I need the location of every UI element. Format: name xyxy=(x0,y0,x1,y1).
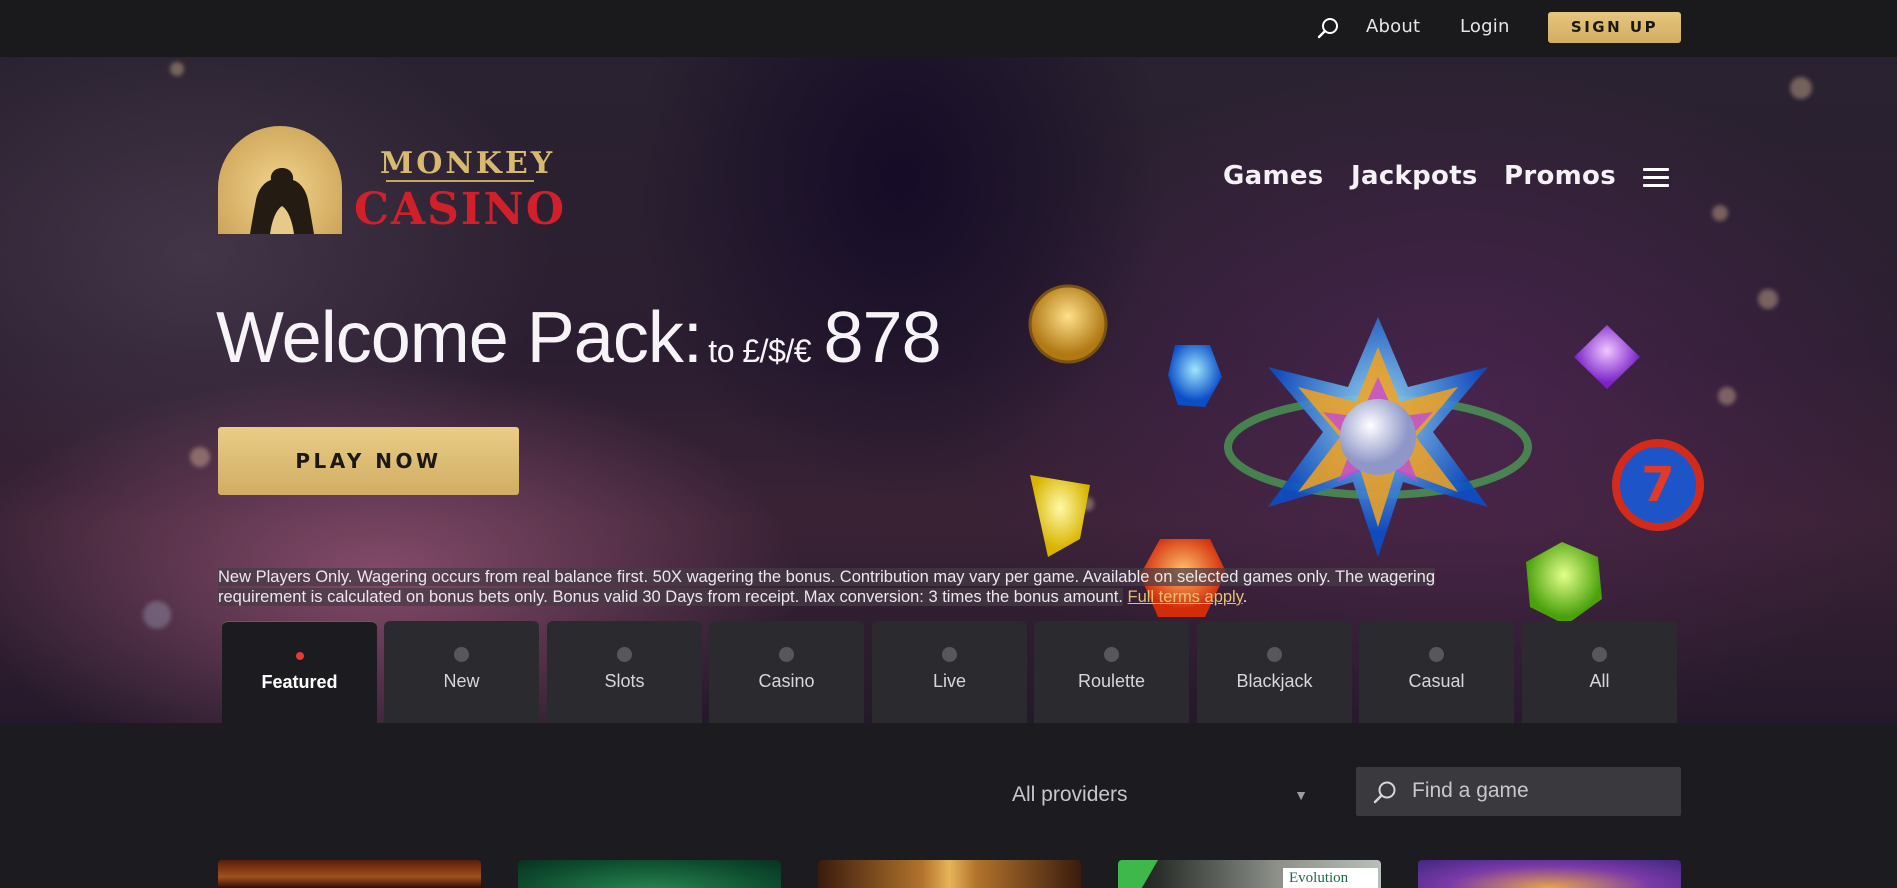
login-link[interactable]: Login xyxy=(1460,16,1510,37)
evolution-badge: Evolution xyxy=(1283,868,1378,888)
bokeh-light xyxy=(143,601,171,629)
nav-jackpots[interactable]: Jackpots xyxy=(1351,161,1478,191)
bokeh-light xyxy=(170,62,184,76)
top-bar: About Login SIGN UP xyxy=(0,0,1897,57)
full-terms-link[interactable]: Full terms apply xyxy=(1128,588,1243,606)
dot-icon xyxy=(1104,647,1119,662)
tab-label: New xyxy=(443,671,480,691)
dot-icon xyxy=(779,647,794,662)
dot-icon xyxy=(942,647,957,662)
tab-roulette[interactable]: Roulette xyxy=(1034,621,1189,723)
search-icon[interactable] xyxy=(1316,16,1340,40)
bokeh-light xyxy=(1790,77,1812,99)
headline-to: to £/$/€ xyxy=(708,333,812,369)
providers-dropdown[interactable]: All providers ▼ xyxy=(1012,775,1314,815)
bokeh-light xyxy=(1758,289,1778,309)
headline-amount: 878 xyxy=(823,298,942,378)
welcome-pack-headline: Welcome Pack: to £/$/€ 878 xyxy=(216,297,942,379)
logo-divider xyxy=(386,180,534,182)
headline-main: Welcome Pack: xyxy=(216,298,703,378)
tab-live[interactable]: Live xyxy=(872,621,1027,723)
dot-icon xyxy=(1267,647,1282,662)
play-now-button[interactable]: PLAY NOW xyxy=(218,427,519,495)
logo-word-casino: CASINO xyxy=(354,184,567,235)
dot-icon xyxy=(1592,647,1607,662)
game-thumbnail[interactable] xyxy=(218,860,481,888)
logo-word-monkey: MONKEY xyxy=(380,146,556,181)
gorilla-icon xyxy=(250,168,314,234)
find-game-search[interactable] xyxy=(1356,767,1681,816)
dot-icon xyxy=(617,647,632,662)
tab-casual[interactable]: Casual xyxy=(1359,621,1514,723)
tab-label: Casual xyxy=(1408,671,1465,691)
about-link[interactable]: About xyxy=(1366,16,1420,37)
providers-selected: All providers xyxy=(1012,783,1128,806)
nav-games[interactable]: Games xyxy=(1223,161,1324,191)
monkey-casino-logo[interactable]: MONKEY CASINO xyxy=(218,126,578,236)
game-thumbnail[interactable] xyxy=(518,860,781,888)
tab-featured[interactable]: Featured xyxy=(222,621,377,723)
games-section: All providers ▼ Evolution xyxy=(0,723,1897,888)
game-thumbnail[interactable] xyxy=(818,860,1081,888)
tab-all[interactable]: All xyxy=(1522,621,1677,723)
tab-casino[interactable]: Casino xyxy=(709,621,864,723)
bonus-terms-text: New Players Only. Wagering occurs from r… xyxy=(218,567,1488,607)
game-thumbnail[interactable]: Evolution xyxy=(1118,860,1381,888)
dot-icon xyxy=(1429,647,1444,662)
live-badge xyxy=(1118,860,1158,888)
tab-label: Slots xyxy=(604,671,645,691)
tab-label: Casino xyxy=(758,671,815,691)
search-icon xyxy=(1373,781,1396,804)
find-game-input[interactable] xyxy=(1412,775,1662,807)
hamburger-menu-icon[interactable] xyxy=(1643,168,1669,188)
tab-label: Featured xyxy=(261,672,338,692)
tab-blackjack[interactable]: Blackjack xyxy=(1197,621,1352,723)
tab-label: Blackjack xyxy=(1236,671,1313,691)
tab-label: Roulette xyxy=(1077,671,1146,691)
nav-promos[interactable]: Promos xyxy=(1504,161,1616,191)
dot-icon xyxy=(454,647,469,662)
bokeh-light xyxy=(190,447,210,467)
svg-text:7: 7 xyxy=(1641,457,1674,513)
bokeh-light xyxy=(1712,205,1728,221)
tab-label: All xyxy=(1589,671,1610,691)
sign-up-button[interactable]: SIGN UP xyxy=(1548,12,1681,43)
caret-down-icon: ▼ xyxy=(1294,787,1308,803)
tab-label: Live xyxy=(932,671,967,691)
game-thumbnail[interactable] xyxy=(1418,860,1681,888)
tab-new[interactable]: New xyxy=(384,621,539,723)
tab-slots[interactable]: Slots xyxy=(547,621,702,723)
logo-sun xyxy=(218,126,342,234)
terms-end: . xyxy=(1242,588,1248,606)
terms-body: New Players Only. Wagering occurs from r… xyxy=(218,568,1436,606)
active-dot-icon xyxy=(296,652,304,660)
